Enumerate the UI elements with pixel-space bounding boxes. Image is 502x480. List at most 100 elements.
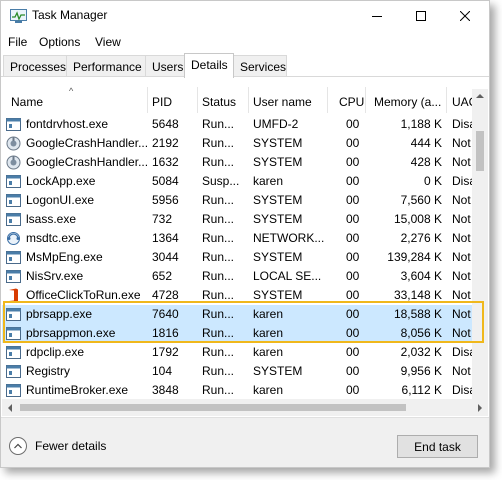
cell-uac: Disa xyxy=(452,345,472,359)
menu-options[interactable]: Options xyxy=(39,35,80,49)
cell-status: Run... xyxy=(202,155,235,169)
cell-pid: 732 xyxy=(152,212,173,226)
cell-uac: Disa xyxy=(452,117,472,131)
cell-username: SYSTEM xyxy=(253,136,303,150)
cell-uac: Not xyxy=(452,326,471,340)
generic-app-icon xyxy=(6,346,21,359)
cell-uac: Not xyxy=(452,231,471,245)
cell-cpu: 00 xyxy=(346,345,360,359)
horizontal-scrollbar[interactable] xyxy=(2,399,488,416)
table-row[interactable]: OfficeClickToRun.exe 4728 Run... SYSTEM 00 33… xyxy=(2,286,472,305)
cell-name: lsass.exe xyxy=(26,212,77,226)
msdtc-icon xyxy=(7,232,20,245)
tab-users[interactable]: Users xyxy=(145,55,185,77)
cell-status: Run... xyxy=(202,345,235,359)
fewer-details-label: Fewer details xyxy=(35,439,107,453)
task-manager-icon xyxy=(10,9,27,23)
cell-cpu: 00 xyxy=(346,383,360,397)
column-header-username[interactable]: User name xyxy=(249,87,328,113)
cell-memory: 9,956 K xyxy=(400,364,442,378)
minimize-icon xyxy=(372,16,382,17)
table-row[interactable]: fontdrvhost.exe 5648 Run... UMFD-2 00 1,188 K… xyxy=(2,115,472,134)
table-row[interactable]: NisSrv.exe 652 Run... LOCAL SE... 00 3,604 K N… xyxy=(2,267,472,286)
cell-username: karen xyxy=(253,307,284,321)
generic-app-icon xyxy=(6,384,21,397)
tab-divider xyxy=(1,76,489,77)
table-row[interactable]: rdpclip.exe 1792 Run... karen 00 2,032 K Disa xyxy=(2,343,472,362)
column-header-pid[interactable]: PID xyxy=(148,87,198,113)
cell-status: Run... xyxy=(202,288,235,302)
google-crash-icon xyxy=(6,136,21,151)
column-header-cpu[interactable]: CPU xyxy=(328,87,366,113)
generic-app-icon xyxy=(6,308,21,321)
cell-pid: 4728 xyxy=(152,288,179,302)
table-row[interactable]: LogonUI.exe 5956 Run... SYSTEM 00 7,560 K Not xyxy=(2,191,472,210)
cell-username: NETWORK... xyxy=(253,231,325,245)
cell-memory: 139,284 K xyxy=(387,250,442,264)
scroll-left-arrow-icon[interactable] xyxy=(7,404,13,412)
cell-status: Run... xyxy=(202,269,235,283)
cell-pid: 1816 xyxy=(152,326,179,340)
tab-processes[interactable]: Processes xyxy=(3,55,67,77)
cell-memory: 444 K xyxy=(410,136,442,150)
cell-memory: 33,148 K xyxy=(393,288,442,302)
column-header-memory[interactable]: Memory (a... xyxy=(366,87,447,113)
menu-view[interactable]: View xyxy=(95,35,121,49)
cell-pid: 1364 xyxy=(152,231,179,245)
cell-memory: 7,560 K xyxy=(400,193,442,207)
cell-username: karen xyxy=(253,383,284,397)
cell-cpu: 00 xyxy=(346,326,360,340)
cell-pid: 2192 xyxy=(152,136,179,150)
tab-performance[interactable]: Performance xyxy=(66,55,146,77)
generic-app-icon xyxy=(6,118,21,131)
table-row[interactable]: lsass.exe 732 Run... SYSTEM 00 15,008 K Not xyxy=(2,210,472,229)
table-row[interactable]: MsMpEng.exe 3044 Run... SYSTEM 00 139,284 K No… xyxy=(2,248,472,267)
table-row[interactable]: pbrsappmon.exe 1816 Run... karen 00 8,056 K No… xyxy=(2,324,472,343)
office-icon xyxy=(9,288,18,303)
cell-status: Run... xyxy=(202,383,235,397)
cell-pid: 3848 xyxy=(152,383,179,397)
menu-file[interactable]: File xyxy=(8,35,27,49)
generic-app-icon xyxy=(6,365,21,378)
table-row[interactable]: LockApp.exe 5084 Susp... karen 00 0 K Disa xyxy=(2,172,472,191)
table-row[interactable]: Registry 104 Run... SYSTEM 00 9,956 K Not xyxy=(2,362,472,381)
cell-cpu: 00 xyxy=(346,288,360,302)
scroll-right-arrow-icon[interactable] xyxy=(477,404,483,412)
cell-cpu: 00 xyxy=(346,212,360,226)
minimize-button[interactable] xyxy=(355,1,399,31)
maximize-button[interactable] xyxy=(399,1,443,31)
vertical-scrollbar[interactable] xyxy=(472,89,488,399)
tab-details[interactable]: Details xyxy=(184,53,234,78)
table-header: Name ^ PID Status User name CPU Memory (… xyxy=(2,87,489,113)
table-row[interactable]: GoogleCrashHandler.... 1632 Run... SYSTEM 00… xyxy=(2,153,472,172)
cell-memory: 0 K xyxy=(423,174,442,188)
cell-status: Run... xyxy=(202,117,235,131)
cell-status: Run... xyxy=(202,250,235,264)
cell-name: RuntimeBroker.exe xyxy=(26,383,129,397)
vertical-scroll-thumb[interactable] xyxy=(476,131,484,171)
cell-name: pbrsapp.exe xyxy=(26,307,93,321)
task-manager-window: Task Manager File Options View Processes… xyxy=(0,0,490,468)
close-icon xyxy=(460,11,470,21)
column-header-status[interactable]: Status xyxy=(198,87,249,113)
fewer-details-button[interactable]: Fewer details xyxy=(9,435,149,459)
cell-cpu: 00 xyxy=(346,136,360,150)
title-bar[interactable]: Task Manager xyxy=(1,1,489,31)
tab-services[interactable]: Services xyxy=(233,55,287,77)
cell-status: Susp... xyxy=(202,174,240,188)
cell-uac: Not xyxy=(452,250,471,264)
cell-memory: 6,112 K xyxy=(401,383,442,397)
cell-memory: 428 K xyxy=(410,155,442,169)
table-row[interactable]: RuntimeBroker.exe 3848 Run... karen 00 6,112 … xyxy=(2,381,472,400)
cell-pid: 5956 xyxy=(152,193,179,207)
table-row[interactable]: GoogleCrashHandler.... 2192 Run... SYSTEM 00… xyxy=(2,134,472,153)
cell-memory: 8,056 K xyxy=(400,326,442,340)
table-row[interactable]: pbrsapp.exe 7640 Run... karen 00 18,588 K Not xyxy=(2,305,472,324)
column-header-name[interactable]: Name ^ xyxy=(2,87,148,113)
end-task-button[interactable]: End task xyxy=(397,435,478,458)
scroll-up-arrow-icon[interactable] xyxy=(476,93,484,99)
horizontal-scroll-thumb[interactable] xyxy=(20,404,406,411)
cell-uac: Not xyxy=(452,212,471,226)
close-button[interactable] xyxy=(443,1,487,31)
table-row[interactable]: msdtc.exe 1364 Run... NETWORK... 00 2,276 K No… xyxy=(2,229,472,248)
